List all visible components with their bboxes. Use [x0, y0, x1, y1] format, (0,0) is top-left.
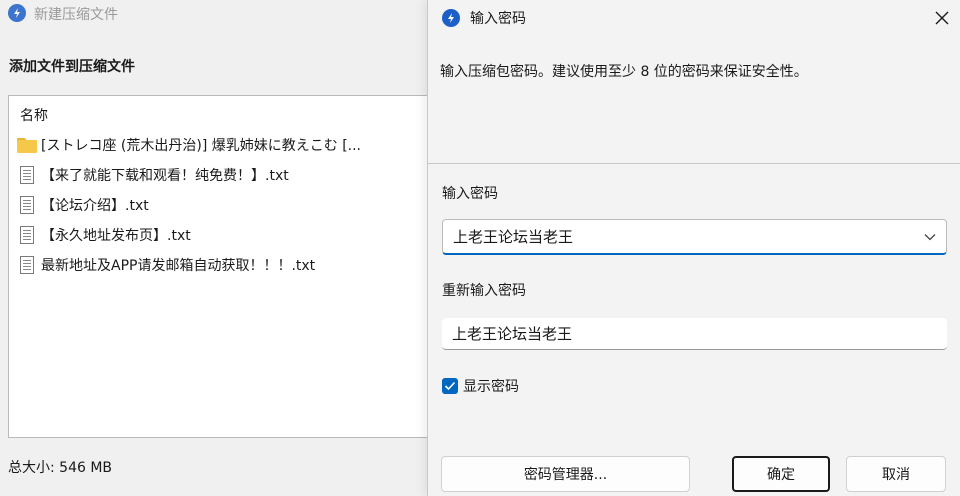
password-manager-button[interactable]: 密码管理器... [441, 456, 690, 492]
confirm-password-label: 重新输入密码 [442, 283, 526, 299]
password-value: 上老王论坛当老王 [453, 228, 574, 246]
list-item[interactable]: 【永久地址发布页】.txt [17, 223, 191, 247]
file-name: 最新地址及APP请发邮箱自动获取！！！.txt [41, 258, 316, 274]
text-file-icon [20, 256, 34, 274]
app-logo-icon [442, 9, 460, 27]
show-password-label: 显示密码 [463, 379, 519, 395]
password-dialog: 输入密码 输入压缩包密码。建议使用至少 8 位的密码来保证安全性。 输入密码 上… [427, 0, 960, 496]
app-logo-icon [8, 4, 26, 22]
text-file-icon [20, 226, 34, 244]
confirm-password-field[interactable]: 上老王论坛当老王 [442, 318, 947, 350]
cancel-button[interactable]: 取消 [846, 456, 946, 492]
folder-icon [17, 137, 37, 153]
add-files-heading: 添加文件到压缩文件 [9, 59, 135, 75]
file-name: 【永久地址发布页】.txt [41, 228, 191, 244]
close-icon [935, 11, 949, 25]
file-name: 【来了就能下载和观看！纯免费！】.txt [41, 168, 289, 184]
chevron-down-icon[interactable] [924, 231, 936, 243]
dialog-title: 输入密码 [470, 11, 526, 27]
list-item[interactable]: [ストレコ座 (荒木出丹治)] 爆乳姉妹に教えこむ [... [17, 133, 361, 157]
ok-button[interactable]: 确定 [732, 456, 830, 492]
text-file-icon [20, 196, 34, 214]
divider [428, 163, 960, 164]
list-item[interactable]: 【论坛介绍】.txt [17, 193, 149, 217]
confirm-password-value: 上老王论坛当老王 [452, 325, 573, 343]
total-size-label: 总大小: 546 MB [8, 460, 113, 476]
text-file-icon [20, 166, 34, 184]
list-item[interactable]: 【来了就能下载和观看！纯免费！】.txt [17, 163, 289, 187]
file-name: 【论坛介绍】.txt [41, 198, 149, 214]
show-password-toggle[interactable]: 显示密码 [442, 376, 519, 396]
name-column-header[interactable]: 名称 [20, 105, 48, 125]
password-combobox[interactable]: 上老王论坛当老王 [442, 219, 947, 255]
file-name: [ストレコ座 (荒木出丹治)] 爆乳姉妹に教えこむ [... [41, 138, 362, 154]
checkmark-icon [444, 381, 456, 391]
dialog-description: 输入压缩包密码。建议使用至少 8 位的密码来保证安全性。 [440, 64, 808, 80]
list-item[interactable]: 最新地址及APP请发邮箱自动获取！！！.txt [17, 253, 315, 277]
background-window-title: 新建压缩文件 [34, 7, 118, 23]
show-password-checkbox[interactable] [442, 378, 458, 394]
password-label: 输入密码 [442, 186, 498, 202]
close-button[interactable] [928, 5, 956, 31]
file-list[interactable]: 名称 [ストレコ座 (荒木出丹治)] 爆乳姉妹に教えこむ [... 【来了就能下… [8, 95, 438, 438]
